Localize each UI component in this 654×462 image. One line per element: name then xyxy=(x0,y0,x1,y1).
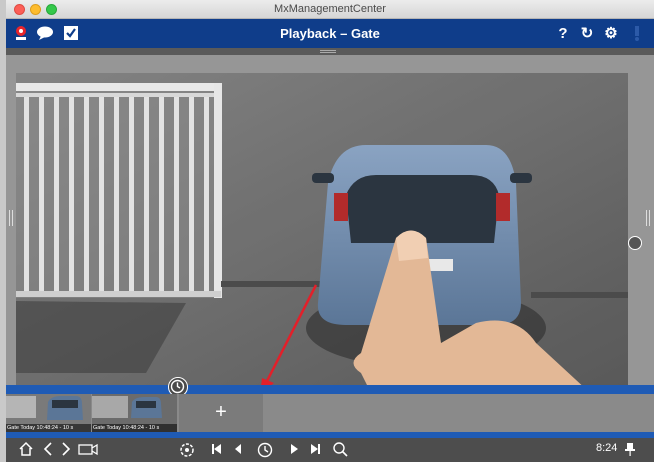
speaker-icon[interactable] xyxy=(628,236,642,250)
app-header: Playback – Gate ? ↻ ⚙ xyxy=(6,19,654,48)
settings-icon[interactable] xyxy=(178,441,196,459)
alarm-bell-icon[interactable] xyxy=(628,24,646,42)
gate-bar xyxy=(69,97,74,291)
clock-icon[interactable] xyxy=(256,441,274,459)
time-readout: 8:24 xyxy=(596,442,618,454)
top-resize-handle[interactable] xyxy=(6,48,654,55)
add-event-button[interactable]: + xyxy=(179,394,263,432)
right-panel-handle[interactable] xyxy=(646,210,650,226)
event-thumbnail[interactable]: Gate Today 10:48:24 - 10 s xyxy=(92,394,177,432)
grip-icon xyxy=(320,50,336,53)
skip-to-start-icon[interactable] xyxy=(210,441,222,459)
help-icon[interactable]: ? xyxy=(554,24,572,42)
window-titlebar: MxManagementCenter xyxy=(6,0,654,19)
gate-bar xyxy=(204,97,209,291)
forward-icon[interactable] xyxy=(60,441,72,459)
app-window: MxManagementCenter Playback – Gate ? ↻ ⚙ xyxy=(6,0,654,462)
gate-bar xyxy=(174,97,179,291)
gate-bar xyxy=(189,97,194,291)
refresh-icon[interactable]: ↻ xyxy=(578,24,596,42)
step-back-icon[interactable] xyxy=(232,441,244,459)
gate-bar xyxy=(99,97,104,291)
timeline-bar[interactable] xyxy=(6,377,654,397)
gate-bar xyxy=(54,97,59,291)
gate-bar xyxy=(114,97,119,291)
playback-toolbar: 8:24 xyxy=(6,438,654,462)
home-icon[interactable] xyxy=(18,441,34,459)
back-icon[interactable] xyxy=(42,441,54,459)
gate-bar xyxy=(84,97,89,291)
event-thumbnail-strip: Gate Today 10:48:24 - 10 s Gate Today 10… xyxy=(6,394,654,432)
skip-to-end-icon[interactable] xyxy=(310,441,322,459)
video-camera-icon[interactable] xyxy=(78,441,100,459)
event-thumbnail[interactable]: Gate Today 10:48:24 - 10 s xyxy=(6,394,91,432)
gate-bar xyxy=(129,97,134,291)
window-title: MxManagementCenter xyxy=(274,3,386,15)
video-viewer[interactable] xyxy=(6,55,654,385)
settings-icon[interactable]: ⚙ xyxy=(602,24,620,42)
thumbnail-caption: Gate Today 10:48:24 - 10 s xyxy=(92,424,177,432)
gate-bar xyxy=(159,97,164,291)
gate-bar xyxy=(39,97,44,291)
gate-bar xyxy=(144,97,149,291)
left-panel-handle[interactable] xyxy=(9,210,13,226)
gate-bar xyxy=(24,97,29,291)
search-icon[interactable] xyxy=(332,441,350,459)
camera-image xyxy=(16,73,628,385)
thumbnail-caption: Gate Today 10:48:24 - 10 s xyxy=(6,424,91,432)
pin-icon[interactable] xyxy=(624,441,636,459)
play-icon[interactable] xyxy=(288,441,300,459)
